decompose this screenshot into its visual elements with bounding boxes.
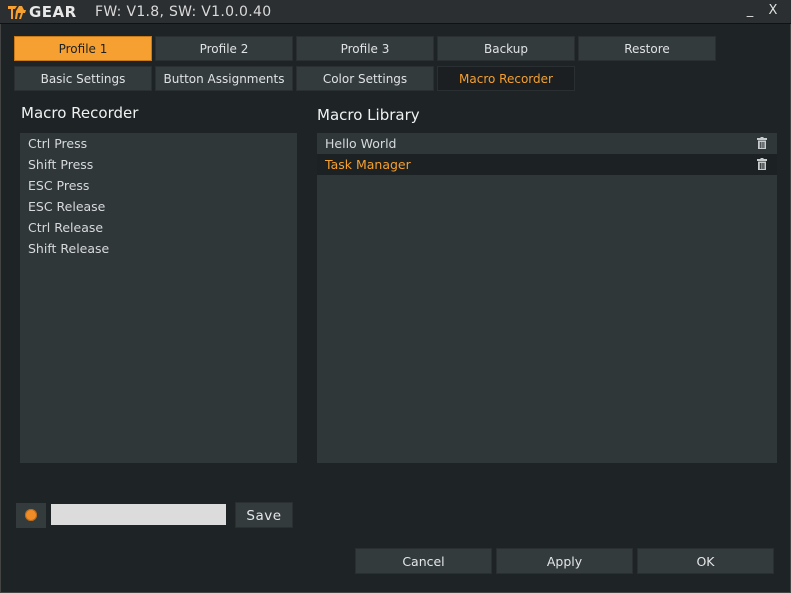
macro-recorder-list[interactable]: Ctrl Press Shift Press ESC Press ESC Rel… — [20, 133, 297, 463]
apply-button[interactable]: Apply — [496, 548, 633, 574]
title-bar: GEAR FW: V1.8, SW: V1.0.0.40 _ X — [0, 0, 791, 24]
list-item[interactable]: Ctrl Press — [20, 133, 297, 154]
library-item-label: Task Manager — [325, 157, 411, 172]
tab-basic-settings[interactable]: Basic Settings — [14, 66, 152, 91]
save-button[interactable]: Save — [235, 502, 293, 528]
version-label: FW: V1.8, SW: V1.0.0.40 — [95, 4, 272, 20]
library-item-task-manager[interactable]: Task Manager — [317, 154, 777, 175]
macro-library-list[interactable]: Hello World Task Manager — [317, 133, 777, 463]
list-item[interactable]: Shift Press — [20, 154, 297, 175]
macro-recorder-title: Macro Recorder — [21, 104, 139, 122]
macro-name-input[interactable] — [51, 504, 226, 525]
fnatic-icon — [8, 6, 26, 19]
close-button[interactable]: X — [765, 2, 781, 20]
minimize-button[interactable]: _ — [742, 2, 758, 20]
tab-backup[interactable]: Backup — [437, 36, 575, 61]
tab-color-settings[interactable]: Color Settings — [296, 66, 434, 91]
tab-profile-3[interactable]: Profile 3 — [296, 36, 434, 61]
macro-library-title: Macro Library — [317, 106, 420, 124]
tab-profile-2[interactable]: Profile 2 — [155, 36, 293, 61]
list-item[interactable]: Shift Release — [20, 238, 297, 259]
trash-icon[interactable] — [757, 158, 767, 170]
list-item[interactable]: ESC Release — [20, 196, 297, 217]
ok-button[interactable]: OK — [637, 548, 774, 574]
list-item[interactable]: ESC Press — [20, 175, 297, 196]
library-item-hello-world[interactable]: Hello World — [317, 133, 777, 154]
library-item-label: Hello World — [325, 136, 397, 151]
trash-icon[interactable] — [757, 137, 767, 149]
tab-profile-1[interactable]: Profile 1 — [14, 36, 152, 61]
fnatic-logo: GEAR — [7, 3, 77, 21]
tab-restore[interactable]: Restore — [578, 36, 716, 61]
record-button[interactable] — [16, 503, 46, 528]
list-item[interactable]: Ctrl Release — [20, 217, 297, 238]
record-dot-icon — [25, 509, 37, 521]
cancel-button[interactable]: Cancel — [355, 548, 492, 574]
tab-macro-recorder[interactable]: Macro Recorder — [437, 66, 575, 91]
logo-text: GEAR — [29, 3, 77, 21]
tab-button-assignments[interactable]: Button Assignments — [155, 66, 293, 91]
